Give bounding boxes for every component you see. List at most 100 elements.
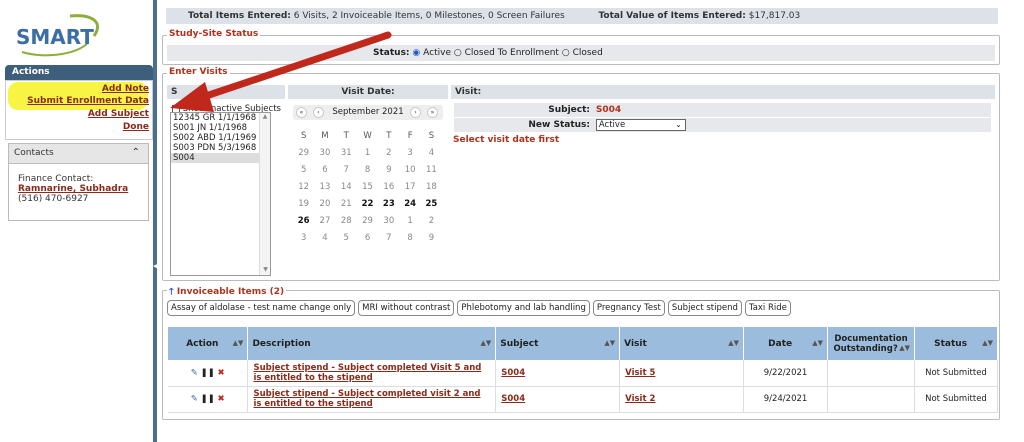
calendar-day[interactable]: 7: [378, 233, 399, 243]
calendar-day[interactable]: 26: [293, 216, 314, 226]
col-description[interactable]: Description ▲▼: [247, 327, 497, 360]
status-closed-radio[interactable]: ○: [562, 48, 570, 58]
col-action[interactable]: Action ▲▼: [168, 327, 249, 360]
calendar-day[interactable]: 16: [378, 182, 399, 192]
calendar-day[interactable]: 29: [293, 148, 314, 158]
calendar-day[interactable]: 25: [421, 199, 442, 209]
visit-date-calendar: « ‹ September 2021 › » SMTWTFS 29 30 31 1 2 3…: [293, 105, 443, 246]
subject-column-head: S: [167, 85, 285, 99]
calendar-day[interactable]: 28: [336, 216, 357, 226]
new-status-select[interactable]: Active ⌄: [595, 119, 686, 131]
col-visit[interactable]: Visit ▲▼: [619, 327, 745, 360]
calendar-day[interactable]: 22: [357, 199, 378, 209]
chevron-up-icon[interactable]: ⌃: [132, 147, 140, 158]
next-year-button[interactable]: »: [427, 107, 438, 118]
scroll-up-icon[interactable]: ▲: [260, 113, 270, 120]
calendar-day[interactable]: 5: [336, 233, 357, 243]
prev-year-button[interactable]: «: [296, 107, 307, 118]
add-subject-link[interactable]: Add Subject: [88, 109, 149, 119]
calendar-day[interactable]: 27: [314, 216, 335, 226]
row-visit: Visit 5: [619, 360, 745, 387]
calendar-day[interactable]: 12: [293, 182, 314, 192]
visit-link[interactable]: Visit 5: [625, 368, 655, 378]
description-link[interactable]: Subject stipend - Subject completed visi…: [253, 389, 480, 409]
calendar-day[interactable]: 2: [421, 216, 442, 226]
subject-list[interactable]: 12345 GR 1/1/1968 S001 JN 1/1/1968 S002 …: [170, 112, 271, 276]
calendar-day[interactable]: 30: [378, 216, 399, 226]
calendar-day[interactable]: 4: [314, 233, 335, 243]
add-note-link[interactable]: Add Note: [102, 84, 149, 94]
calendar-day[interactable]: 8: [399, 233, 420, 243]
scroll-down-icon[interactable]: ▼: [260, 266, 271, 273]
item-chip[interactable]: Phlebotomy and lab handling: [457, 300, 590, 316]
delete-icon[interactable]: ✖: [218, 368, 225, 378]
sidebar-splitter[interactable]: [153, 0, 157, 442]
visit-date-head: Visit Date:: [288, 85, 448, 99]
done-link[interactable]: Done: [123, 122, 149, 132]
calendar-day[interactable]: 19: [293, 199, 314, 209]
calendar-day[interactable]: 3: [399, 148, 420, 158]
item-chip[interactable]: Taxi Ride: [744, 300, 791, 316]
status-active-radio[interactable]: ◉: [412, 48, 420, 58]
calendar-day[interactable]: 10: [399, 165, 420, 175]
calendar-day[interactable]: 11: [421, 165, 442, 175]
calendar-day[interactable]: 9: [421, 233, 442, 243]
subject-option[interactable]: S001 JN 1/1/1968: [171, 123, 270, 133]
calendar-day[interactable]: 8: [357, 165, 378, 175]
col-documentation[interactable]: Documentation Outstanding? ▲▼: [827, 327, 915, 360]
item-chip[interactable]: Assay of aldolase - test name change onl…: [167, 300, 356, 316]
calendar-day[interactable]: 15: [357, 182, 378, 192]
item-chip[interactable]: MRI without contrast: [358, 300, 455, 316]
col-date[interactable]: Date ▲▼: [743, 327, 828, 360]
calendar-day[interactable]: 20: [314, 199, 335, 209]
calendar-day[interactable]: 17: [399, 182, 420, 192]
calendar-day[interactable]: 9: [378, 165, 399, 175]
calendar-day[interactable]: 7: [336, 165, 357, 175]
col-status[interactable]: Status ▲▼: [914, 327, 999, 360]
calendar-day[interactable]: 21: [336, 199, 357, 209]
submit-enrollment-data-link[interactable]: Submit Enrollment Data: [27, 96, 149, 106]
calendar-day[interactable]: 13: [314, 182, 335, 192]
subject-option-selected[interactable]: S004: [171, 153, 270, 163]
edit-icon[interactable]: ✎: [191, 394, 198, 404]
calendar-weekday: S: [300, 130, 307, 141]
calendar-day[interactable]: 6: [357, 233, 378, 243]
col-subject[interactable]: Subject ▲▼: [495, 327, 621, 360]
next-month-button[interactable]: ›: [410, 107, 421, 118]
items-value: 6 Visits, 2 Invoiceable Items, 0 Milesto…: [293, 11, 565, 21]
pause-icon[interactable]: ❚❚: [201, 394, 215, 404]
subject-option[interactable]: S003 PDN 5/3/1968: [171, 143, 270, 153]
calendar-day[interactable]: 4: [421, 148, 442, 158]
visit-link[interactable]: Visit 2: [625, 394, 655, 404]
arrow-up-icon[interactable]: 🡑: [169, 287, 174, 297]
contact-name-link[interactable]: Ramnarine, Subhadra: [18, 184, 139, 194]
calendar-day[interactable]: 31: [336, 148, 357, 158]
subject-option[interactable]: 12345 GR 1/1/1968: [171, 113, 270, 123]
calendar-day[interactable]: 5: [293, 165, 314, 175]
calendar-day[interactable]: 23: [378, 199, 399, 209]
prev-month-button[interactable]: ‹: [313, 107, 324, 118]
delete-icon[interactable]: ✖: [218, 394, 225, 404]
subject-option[interactable]: S002 ABD 1/1/1969: [171, 133, 270, 143]
calendar-day[interactable]: 14: [336, 182, 357, 192]
calendar-day[interactable]: 18: [421, 182, 442, 192]
calendar-day[interactable]: 1: [357, 148, 378, 158]
calendar-day[interactable]: 30: [314, 148, 335, 158]
calendar-day[interactable]: 1: [399, 216, 420, 226]
subject-list-scrollbar[interactable]: ▲ ▼: [259, 113, 270, 275]
subject-link[interactable]: S004: [501, 368, 525, 378]
pause-icon[interactable]: ❚❚: [201, 368, 215, 378]
calendar-day[interactable]: 29: [357, 216, 378, 226]
calendar-week-row: 12 13 14 15 16 17 18: [293, 178, 443, 195]
edit-icon[interactable]: ✎: [191, 368, 198, 378]
calendar-day[interactable]: 6: [314, 165, 335, 175]
calendar-day[interactable]: 2: [378, 148, 399, 158]
item-chip[interactable]: Pregnancy Test: [592, 300, 665, 316]
status-closed-enrollment-radio[interactable]: ○: [454, 48, 462, 58]
description-link[interactable]: Subject stipend - Subject completed Visi…: [253, 363, 481, 383]
subject-link[interactable]: S004: [501, 394, 525, 404]
item-chip[interactable]: Subject stipend: [667, 300, 742, 316]
collapse-arrow-icon[interactable]: ◀: [153, 262, 158, 270]
calendar-day[interactable]: 3: [293, 233, 314, 243]
calendar-day[interactable]: 24: [399, 199, 420, 209]
